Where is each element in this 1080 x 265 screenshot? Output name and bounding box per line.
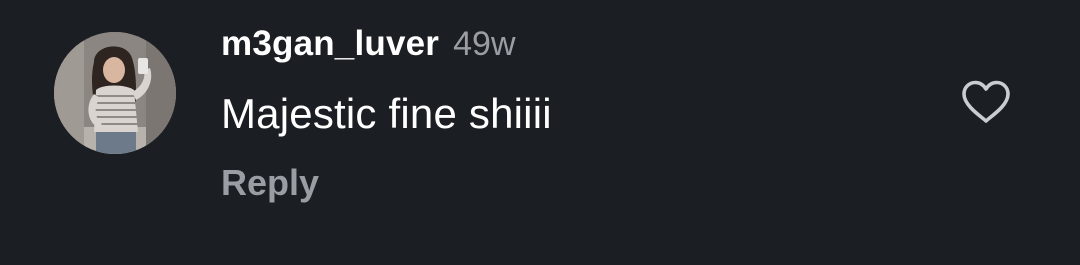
like-button[interactable] — [956, 74, 1016, 130]
username[interactable]: m3gan_luver — [221, 24, 439, 64]
timestamp: 49w — [453, 25, 516, 63]
avatar[interactable] — [54, 32, 176, 154]
avatar-photo — [54, 32, 176, 154]
heart-outline-icon — [962, 80, 1010, 123]
comment-item: m3gan_luver 49w Majestic fine shiiii Rep… — [0, 0, 1080, 265]
comment-text: Majestic fine shiiii — [221, 90, 552, 137]
reply-button[interactable]: Reply — [221, 162, 319, 204]
comment-header: m3gan_luver 49w — [221, 24, 516, 70]
